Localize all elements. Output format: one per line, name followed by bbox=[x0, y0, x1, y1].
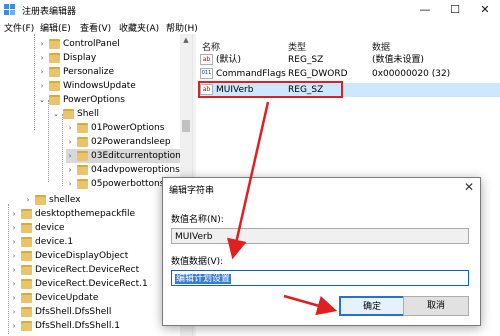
arrow-to-ok-button bbox=[283, 294, 338, 316]
arrow-to-data-field bbox=[227, 101, 270, 260]
annotation-arrows bbox=[227, 101, 338, 316]
